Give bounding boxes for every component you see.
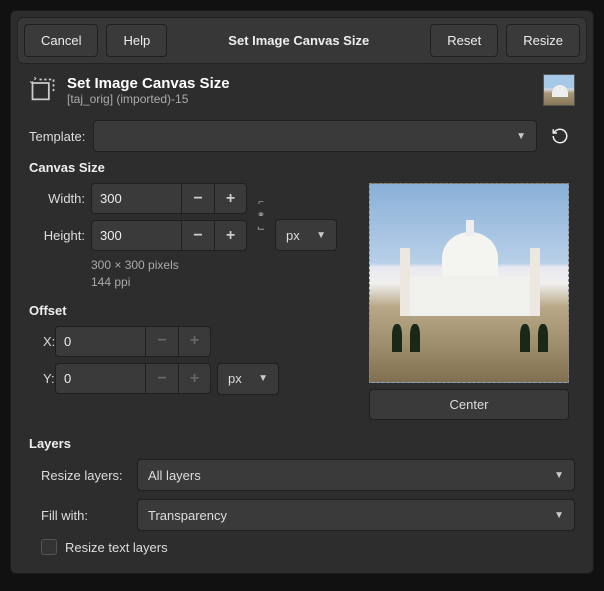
height-decrement[interactable]: − [181, 220, 214, 251]
canvas-unit-select[interactable]: px ▼ [275, 219, 337, 251]
dialog-title: Set Image Canvas Size [67, 75, 533, 92]
width-increment[interactable]: + [214, 183, 247, 214]
chain-bottom-icon: ⌙ [257, 223, 265, 234]
chevron-down-icon: ▼ [258, 373, 268, 384]
offset-x-increment[interactable]: + [178, 326, 211, 357]
width-label: Width: [29, 191, 85, 206]
height-spinner[interactable]: − + [91, 220, 247, 251]
canvas-dimensions: 300 × 300 pixels [91, 257, 357, 274]
offset-x-label: X: [29, 334, 49, 349]
dialog-subtitle: [taj_orig] (imported)-15 [67, 92, 533, 106]
width-decrement[interactable]: − [181, 183, 214, 214]
chevron-down-icon: ▼ [554, 510, 564, 521]
offset-x-decrement[interactable]: − [145, 326, 178, 357]
fill-with-label: Fill with: [41, 508, 129, 523]
chevron-down-icon: ▼ [316, 230, 326, 241]
canvas-preview[interactable] [369, 183, 569, 383]
offset-x-input[interactable] [55, 326, 145, 357]
dialog-header: Set Image Canvas Size [taj_orig] (import… [29, 74, 575, 106]
resize-button[interactable]: Resize [506, 24, 580, 57]
chevron-down-icon: ▼ [554, 470, 564, 481]
cancel-button[interactable]: Cancel [24, 24, 98, 57]
help-button[interactable]: Help [106, 24, 167, 57]
fill-with-select[interactable]: Transparency ▼ [137, 499, 575, 531]
template-reset-button[interactable] [545, 121, 575, 151]
offset-y-input[interactable] [55, 363, 145, 394]
offset-y-decrement[interactable]: − [145, 363, 178, 394]
reset-button[interactable]: Reset [430, 24, 498, 57]
window-title: Set Image Canvas Size [175, 33, 422, 48]
height-label: Height: [29, 228, 85, 243]
resize-layers-select[interactable]: All layers ▼ [137, 459, 575, 491]
resize-text-layers-checkbox[interactable] [41, 539, 57, 555]
offset-unit-select[interactable]: px ▼ [217, 363, 279, 395]
canvas-resize-icon [29, 76, 57, 104]
layers-section: Layers [29, 436, 575, 451]
chain-top-icon: ⌐ [258, 197, 264, 208]
canvas-size-dialog: Cancel Help Set Image Canvas Size Reset … [10, 10, 594, 574]
aspect-chain-toggle[interactable]: ⌐ ⚭ ⌙ [253, 183, 269, 247]
chevron-down-icon: ▼ [516, 131, 526, 142]
chain-link-icon: ⚭ [257, 210, 265, 221]
image-thumbnail [543, 74, 575, 106]
offset-x-spinner[interactable]: − + [55, 326, 211, 357]
offset-y-increment[interactable]: + [178, 363, 211, 394]
template-select[interactable]: ▼ [93, 120, 537, 152]
offset-y-label: Y: [29, 371, 49, 386]
resize-layers-label: Resize layers: [41, 468, 129, 483]
width-spinner[interactable]: − + [91, 183, 247, 214]
height-increment[interactable]: + [214, 220, 247, 251]
center-button[interactable]: Center [369, 389, 569, 420]
height-input[interactable] [91, 220, 181, 251]
canvas-size-section: Canvas Size [29, 160, 575, 175]
template-label: Template: [29, 129, 85, 144]
resize-text-layers-label: Resize text layers [65, 540, 168, 555]
offset-y-spinner[interactable]: − + [55, 363, 211, 394]
offset-section: Offset [29, 303, 357, 318]
width-input[interactable] [91, 183, 181, 214]
titlebar: Cancel Help Set Image Canvas Size Reset … [17, 17, 587, 64]
canvas-ppi: 144 ppi [91, 274, 357, 291]
